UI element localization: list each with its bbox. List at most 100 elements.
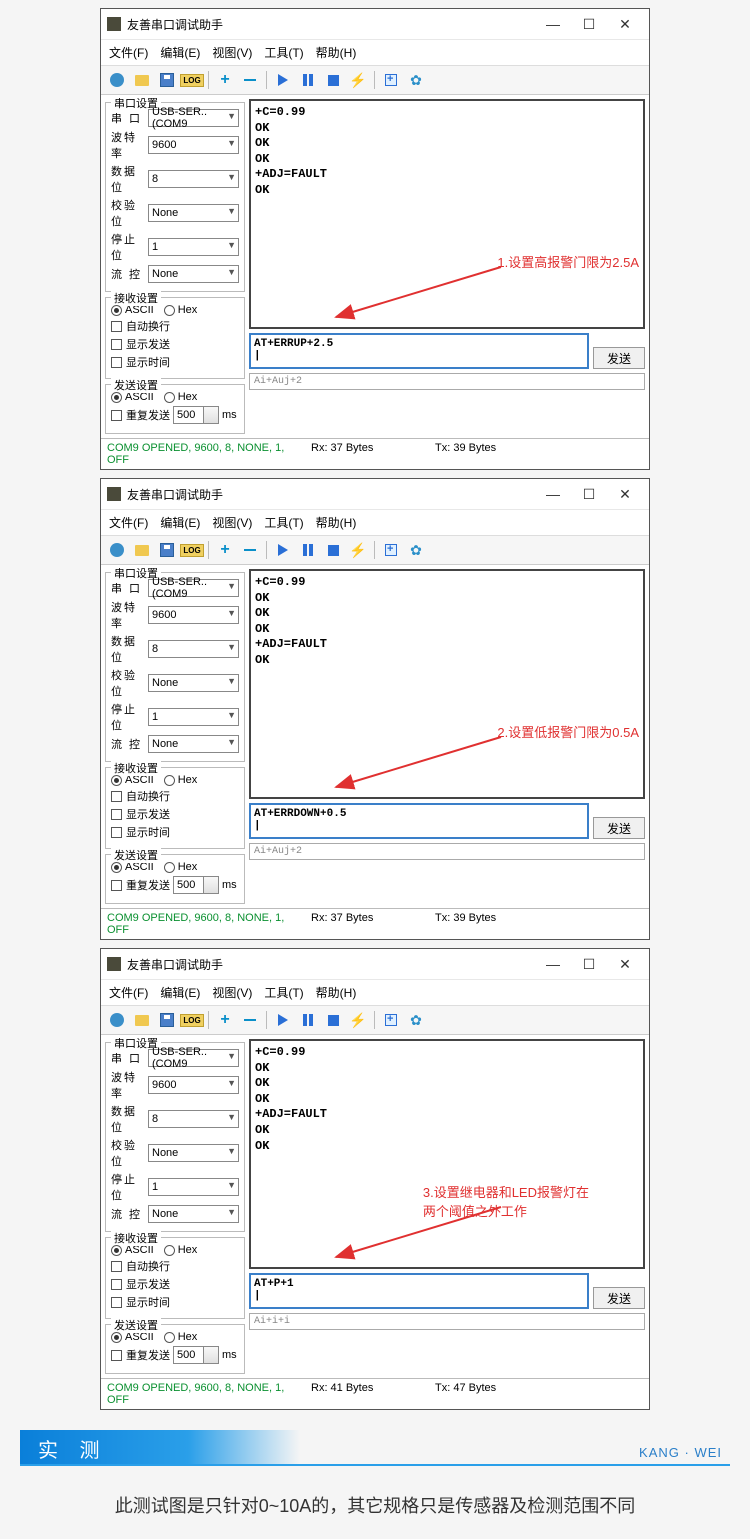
pause-icon[interactable] <box>297 539 319 561</box>
tx-textarea[interactable]: AT+ERRDOWN+0.5 | <box>249 803 589 839</box>
minimize-button[interactable]: — <box>535 483 571 505</box>
maximize-button[interactable]: ☐ <box>571 13 607 35</box>
tx-hex-radio[interactable]: Hex <box>164 391 198 403</box>
rx-hex-radio[interactable]: Hex <box>164 774 198 786</box>
connect-icon[interactable] <box>106 539 128 561</box>
menu-item[interactable]: 帮助(H) <box>316 44 357 61</box>
rx-textarea[interactable]: +C=0.99 OK OK OK +ADJ=FAULT OK <box>249 99 645 329</box>
menu-item[interactable]: 编辑(E) <box>160 514 200 531</box>
parity-dropdown[interactable]: None <box>148 204 239 222</box>
databits-dropdown[interactable]: 8 <box>148 170 239 188</box>
close-button[interactable]: ✕ <box>607 13 643 35</box>
interval-spinner[interactable]: 500 <box>173 876 219 894</box>
history-field[interactable]: Ai+Auj+2 <box>249 843 645 860</box>
flow-dropdown[interactable]: None <box>148 265 239 283</box>
menu-item[interactable]: 工具(T) <box>264 44 303 61</box>
menu-item[interactable]: 文件(F) <box>109 984 148 1001</box>
port-dropdown[interactable]: USB-SER..(COM9 <box>148 1049 239 1067</box>
show-time-checkbox[interactable]: 显示时间 <box>111 824 239 840</box>
maximize-button[interactable]: ☐ <box>571 953 607 975</box>
folder-icon[interactable] <box>131 69 153 91</box>
folder-icon[interactable] <box>131 1009 153 1031</box>
rx-textarea[interactable]: +C=0.99 OK OK OK +ADJ=FAULT OK <box>249 569 645 799</box>
stopbits-dropdown[interactable]: 1 <box>148 238 239 256</box>
menu-item[interactable]: 帮助(H) <box>316 984 357 1001</box>
play-icon[interactable] <box>272 539 294 561</box>
add-icon[interactable]: + <box>214 69 236 91</box>
remove-icon[interactable] <box>239 69 261 91</box>
history-field[interactable]: Ai+Auj+2 <box>249 373 645 390</box>
repeat-send-checkbox[interactable]: 重复发送 <box>111 877 170 893</box>
add-icon[interactable]: + <box>214 1009 236 1031</box>
parity-dropdown[interactable]: None <box>148 1144 239 1162</box>
baud-dropdown[interactable]: 9600 <box>148 136 239 154</box>
flash-icon[interactable]: ⚡ <box>347 539 369 561</box>
menu-item[interactable]: 视图(V) <box>212 984 252 1001</box>
baud-dropdown[interactable]: 9600 <box>148 606 239 624</box>
log-icon[interactable]: LOG <box>181 1009 203 1031</box>
expand-icon[interactable] <box>380 1009 402 1031</box>
tx-hex-radio[interactable]: Hex <box>164 861 198 873</box>
repeat-send-checkbox[interactable]: 重复发送 <box>111 407 170 423</box>
menu-item[interactable]: 视图(V) <box>212 514 252 531</box>
send-button[interactable]: 发送 <box>593 347 645 369</box>
maximize-button[interactable]: ☐ <box>571 483 607 505</box>
add-icon[interactable]: + <box>214 539 236 561</box>
pause-icon[interactable] <box>297 69 319 91</box>
save-icon[interactable] <box>156 1009 178 1031</box>
menu-item[interactable]: 编辑(E) <box>160 44 200 61</box>
databits-dropdown[interactable]: 8 <box>148 640 239 658</box>
history-field[interactable]: Ai+i+i <box>249 1313 645 1330</box>
settings-icon[interactable]: ✿ <box>405 69 427 91</box>
auto-wrap-checkbox[interactable]: 自动换行 <box>111 318 239 334</box>
connect-icon[interactable] <box>106 1009 128 1031</box>
repeat-send-checkbox[interactable]: 重复发送 <box>111 1347 170 1363</box>
remove-icon[interactable] <box>239 539 261 561</box>
close-button[interactable]: ✕ <box>607 483 643 505</box>
baud-dropdown[interactable]: 9600 <box>148 1076 239 1094</box>
folder-icon[interactable] <box>131 539 153 561</box>
menu-item[interactable]: 编辑(E) <box>160 984 200 1001</box>
stopbits-dropdown[interactable]: 1 <box>148 708 239 726</box>
flow-dropdown[interactable]: None <box>148 735 239 753</box>
port-dropdown[interactable]: USB-SER..(COM9 <box>148 579 239 597</box>
flash-icon[interactable]: ⚡ <box>347 69 369 91</box>
log-icon[interactable]: LOG <box>181 69 203 91</box>
minimize-button[interactable]: — <box>535 13 571 35</box>
stopbits-dropdown[interactable]: 1 <box>148 1178 239 1196</box>
minimize-button[interactable]: — <box>535 953 571 975</box>
stop-icon[interactable] <box>322 539 344 561</box>
rx-hex-radio[interactable]: Hex <box>164 1244 198 1256</box>
menu-item[interactable]: 文件(F) <box>109 44 148 61</box>
remove-icon[interactable] <box>239 1009 261 1031</box>
interval-spinner[interactable]: 500 <box>173 406 219 424</box>
auto-wrap-checkbox[interactable]: 自动换行 <box>111 1258 239 1274</box>
show-send-checkbox[interactable]: 显示发送 <box>111 336 239 352</box>
settings-icon[interactable]: ✿ <box>405 539 427 561</box>
databits-dropdown[interactable]: 8 <box>148 1110 239 1128</box>
menu-item[interactable]: 工具(T) <box>264 514 303 531</box>
stop-icon[interactable] <box>322 69 344 91</box>
menu-item[interactable]: 工具(T) <box>264 984 303 1001</box>
log-icon[interactable]: LOG <box>181 539 203 561</box>
flash-icon[interactable]: ⚡ <box>347 1009 369 1031</box>
play-icon[interactable] <box>272 69 294 91</box>
show-time-checkbox[interactable]: 显示时间 <box>111 1294 239 1310</box>
tx-hex-radio[interactable]: Hex <box>164 1331 198 1343</box>
send-button[interactable]: 发送 <box>593 1287 645 1309</box>
play-icon[interactable] <box>272 1009 294 1031</box>
expand-icon[interactable] <box>380 539 402 561</box>
menu-item[interactable]: 文件(F) <box>109 514 148 531</box>
expand-icon[interactable] <box>380 69 402 91</box>
pause-icon[interactable] <box>297 1009 319 1031</box>
interval-spinner[interactable]: 500 <box>173 1346 219 1364</box>
parity-dropdown[interactable]: None <box>148 674 239 692</box>
connect-icon[interactable] <box>106 69 128 91</box>
show-time-checkbox[interactable]: 显示时间 <box>111 354 239 370</box>
flow-dropdown[interactable]: None <box>148 1205 239 1223</box>
close-button[interactable]: ✕ <box>607 953 643 975</box>
rx-textarea[interactable]: +C=0.99 OK OK OK +ADJ=FAULT OK OK <box>249 1039 645 1269</box>
auto-wrap-checkbox[interactable]: 自动换行 <box>111 788 239 804</box>
menu-item[interactable]: 帮助(H) <box>316 514 357 531</box>
send-button[interactable]: 发送 <box>593 817 645 839</box>
